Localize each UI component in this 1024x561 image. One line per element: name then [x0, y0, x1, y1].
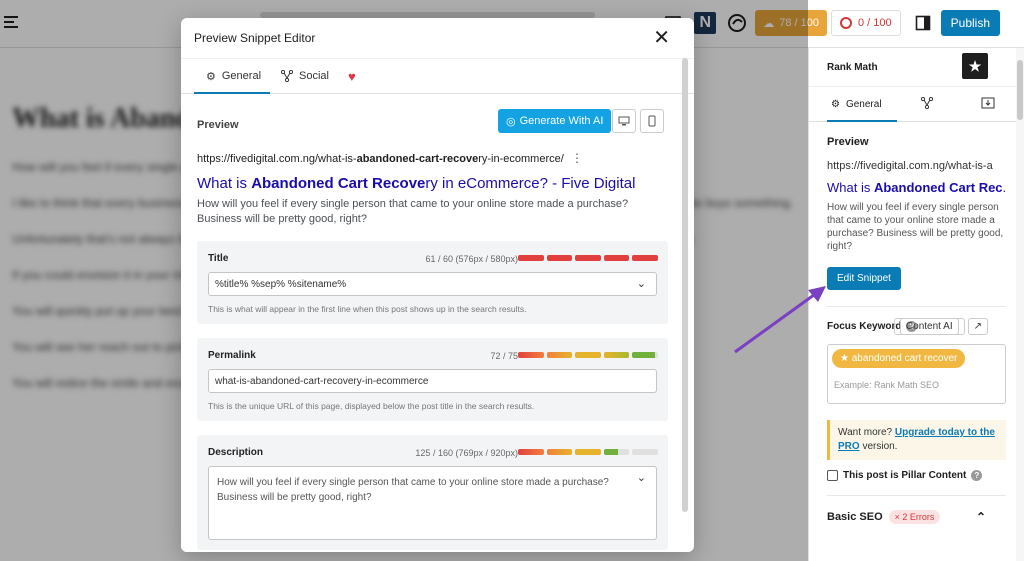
close-icon[interactable]: ✕: [653, 28, 670, 48]
gear-icon: ⚙: [831, 98, 840, 110]
annotation-arrow: [734, 286, 826, 354]
mobile-icon[interactable]: [640, 109, 664, 133]
sidebar-toggle-icon[interactable]: [909, 9, 937, 37]
basic-seo-header[interactable]: Basic SEO × 2 Errors ⌃: [827, 495, 1006, 524]
schema-icon[interactable]: [981, 97, 995, 112]
trend-icon[interactable]: ↗: [967, 318, 988, 335]
generate-ai-button[interactable]: ◎ Generate With AI: [498, 109, 612, 133]
title-help: This is what will appear in the first li…: [208, 304, 527, 314]
content-ai-group: Content AI ↗: [893, 318, 988, 335]
sidebar-title: Rank Math: [827, 61, 878, 73]
description-length-bar: [518, 449, 658, 455]
gear-icon: ⚙: [206, 70, 216, 83]
keyword-placeholder: Example: Rank Math SEO: [834, 380, 940, 390]
edit-snippet-button[interactable]: Edit Snippet: [827, 267, 901, 290]
ai-icon: ◎: [506, 115, 516, 128]
preview-snippet-modal: Preview Snippet Editor ✕ ⚙ General Socia…: [181, 18, 694, 552]
upgrade-notice: Want more? Upgrade today to the PRO vers…: [827, 420, 1006, 460]
star-icon[interactable]: ★: [962, 53, 988, 79]
description-field: Description 125 / 160 (769px / 920px) Ho…: [197, 435, 668, 550]
preview-title: What is Abandoned Cart Rec...: [827, 180, 1006, 195]
tab-social[interactable]: Social: [281, 70, 329, 82]
permalink-help: This is the unique URL of this page, dis…: [208, 401, 535, 411]
modal-header: Preview Snippet Editor ✕: [181, 18, 694, 58]
sidebar-tab-general[interactable]: ⚙ General: [831, 99, 882, 110]
pillar-label: This post is Pillar Content: [843, 470, 967, 481]
divider: [827, 306, 1006, 307]
chevron-down-icon[interactable]: ⌄: [637, 471, 646, 486]
preview-heading: Preview: [197, 119, 239, 131]
pillar-checkbox[interactable]: [827, 470, 838, 481]
tab-general[interactable]: ⚙ General: [206, 70, 261, 83]
preview-url: https://fivedigital.com.ng/what-is-a: [827, 160, 993, 172]
tab-label: General: [845, 98, 882, 110]
tab-label: General: [221, 70, 262, 82]
title-length-bar: [518, 255, 658, 261]
publish-button[interactable]: Publish: [940, 10, 1000, 36]
active-tab-indicator: [827, 120, 897, 122]
permalink-input[interactable]: what-is-abandoned-cart-recovery-in-ecomm…: [208, 369, 657, 393]
title-field: Title 61 / 60 (576px / 580px) %title% %s…: [197, 241, 668, 324]
preview-description: How will you feel if every single person…: [827, 202, 1004, 252]
focus-keyword-input[interactable]: ★ abandoned cart recover Example: Rank M…: [827, 344, 1006, 404]
modal-tabs: ⚙ General Social ♥: [181, 58, 694, 94]
chevron-down-icon[interactable]: ⌄: [637, 277, 646, 290]
share-icon: [281, 70, 293, 82]
sidebar-preview-section: Preview https://fivedigital.com.ng/what-…: [809, 122, 1024, 524]
sidebar-scrollbar[interactable]: [1016, 48, 1024, 561]
desktop-icon[interactable]: [612, 109, 636, 133]
title-input[interactable]: %title% %sep% %sitename% ⌄: [208, 272, 657, 296]
pillar-content-row: This post is Pillar Content ?: [827, 470, 1006, 481]
title-counter: 61 / 60 (576px / 580px): [425, 254, 518, 264]
rank-math-sidebar: Rank Math ★ ⚙ General Preview https://fi…: [808, 48, 1024, 561]
readability-icon: [840, 17, 852, 29]
help-icon[interactable]: ?: [971, 470, 983, 481]
permalink-length-bar: [518, 352, 658, 358]
basic-seo-label: Basic SEO: [827, 511, 883, 523]
permalink-field: Permalink 72 / 75 what-is-abandoned-cart…: [197, 338, 668, 421]
sidebar-tabs: ⚙ General: [809, 86, 1024, 122]
heart-icon[interactable]: ♥: [348, 69, 356, 84]
google-preview-description: How will you feel if every single person…: [197, 198, 629, 225]
share-icon[interactable]: [920, 96, 934, 112]
modal-body: Preview ◎ Generate With AI https://fived…: [181, 95, 684, 552]
readability-score-text: 0 / 100: [858, 17, 892, 29]
active-tab-indicator: [194, 92, 270, 94]
keyword-tag[interactable]: ★ abandoned cart recover: [832, 349, 966, 368]
readability-score-button[interactable]: 0 / 100: [831, 10, 901, 36]
modal-title: Preview Snippet Editor: [194, 31, 316, 45]
tab-label: Social: [299, 70, 329, 82]
permalink-counter: 72 / 75: [490, 351, 518, 361]
modal-scrollbar[interactable]: [682, 58, 688, 512]
content-ai-button[interactable]: Content AI: [893, 318, 965, 335]
google-preview-url: https://fivedigital.com.ng/what-is-aband…: [197, 151, 583, 165]
description-counter: 125 / 160 (769px / 920px): [415, 448, 518, 458]
focus-keyword-row: Focus Keyword ? Content AI ↗: [827, 318, 1006, 335]
focus-keyword-label: Focus Keyword: [827, 321, 902, 332]
description-textarea[interactable]: How will you feel if every single person…: [208, 466, 657, 540]
preview-toolbar: Preview ◎ Generate With AI: [197, 95, 668, 137]
chevron-up-icon[interactable]: ⌃: [976, 510, 986, 524]
sidebar-header: Rank Math ★: [809, 48, 1024, 86]
google-preview-title: What is Abandoned Cart Recovery in eComm…: [197, 175, 636, 192]
more-vertical-icon[interactable]: ⋮: [571, 151, 583, 165]
preview-heading: Preview: [827, 136, 869, 148]
errors-badge: × 2 Errors: [888, 510, 941, 524]
